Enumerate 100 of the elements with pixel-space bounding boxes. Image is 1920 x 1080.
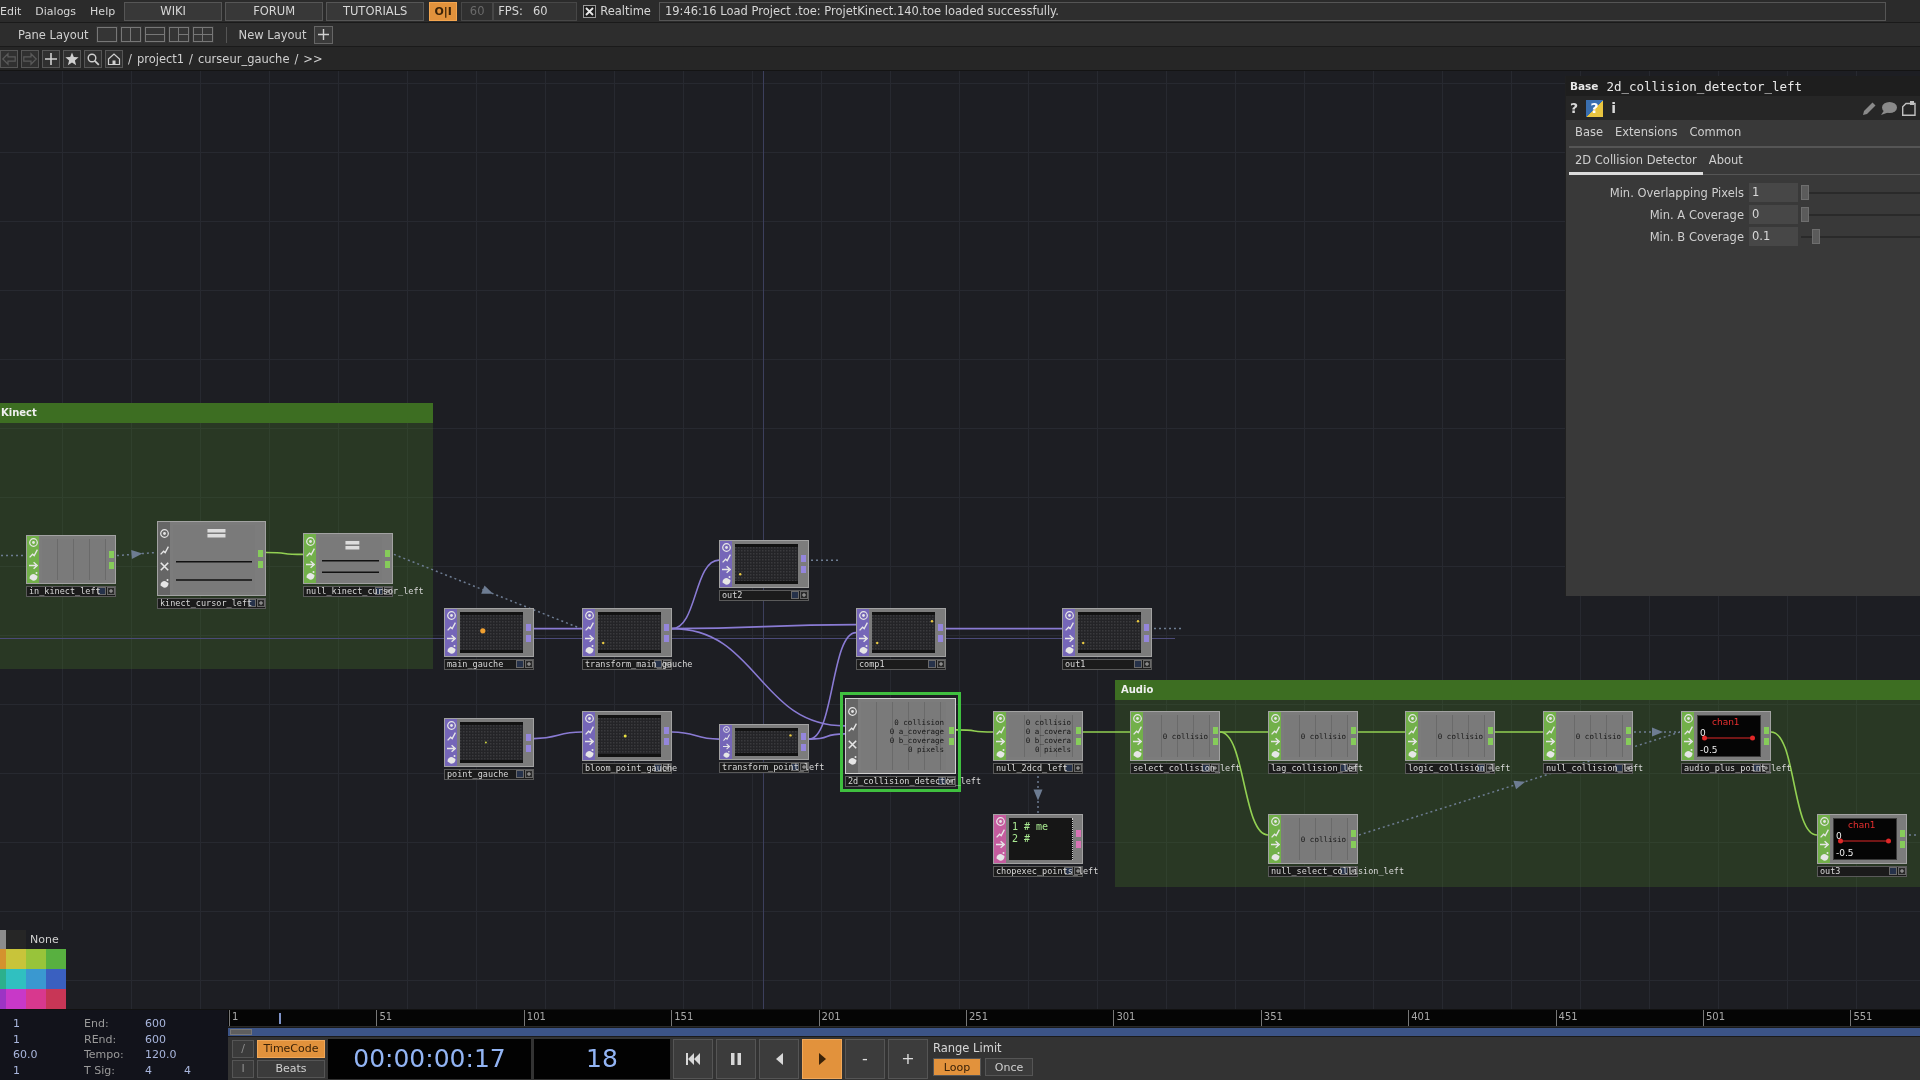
link-button[interactable]: FORUM xyxy=(225,1,324,21)
slider-handle[interactable] xyxy=(1801,185,1809,200)
layout-icon[interactable] xyxy=(191,26,214,43)
side-button[interactable]: / xyxy=(232,1039,254,1058)
playhead-marker[interactable] xyxy=(278,1013,281,1024)
operator-node[interactable] xyxy=(582,608,672,657)
path-segment[interactable]: project1 xyxy=(136,51,185,66)
zigzag-icon[interactable] xyxy=(1545,725,1555,735)
blob-icon[interactable] xyxy=(1407,748,1417,758)
plus-icon[interactable] xyxy=(1074,867,1082,875)
arrow-icon[interactable] xyxy=(1683,737,1693,747)
zigzag-icon[interactable] xyxy=(722,734,730,742)
zigzag-icon[interactable] xyxy=(1270,725,1280,735)
page-tab[interactable]: Common xyxy=(1683,120,1748,147)
time-mode-toggle[interactable]: Beats xyxy=(257,1059,325,1078)
blob-icon[interactable] xyxy=(584,748,594,758)
zigzag-icon[interactable] xyxy=(1819,828,1829,838)
perform-mode-toggle[interactable]: O|I xyxy=(429,1,458,21)
transport-button[interactable]: + xyxy=(888,1038,928,1079)
graph-viewer[interactable]: chan1 0 -0.5 xyxy=(1833,818,1897,860)
menu-item[interactable]: Dialogs xyxy=(28,4,84,18)
plus-icon[interactable] xyxy=(800,591,808,599)
timeline-ruler[interactable]: 1 51 101 151 201 251 301 351 401 451 501 551 xyxy=(228,1010,1920,1027)
color-swatch[interactable] xyxy=(6,989,26,1009)
ring-icon[interactable] xyxy=(847,706,857,716)
zigzag-icon[interactable] xyxy=(1270,828,1280,838)
ring-icon[interactable] xyxy=(995,817,1005,827)
color-swatch[interactable] xyxy=(0,949,6,969)
plus-icon[interactable] xyxy=(1211,764,1219,772)
layout-icon[interactable] xyxy=(143,26,166,43)
arrow-icon[interactable] xyxy=(1132,737,1142,747)
ring-icon[interactable] xyxy=(159,529,169,539)
operator-node[interactable]: 1 # me 2 # xyxy=(993,814,1083,864)
link-button[interactable]: WIKI xyxy=(124,1,223,21)
blob-icon[interactable] xyxy=(721,576,731,585)
ring-icon[interactable] xyxy=(1270,714,1280,724)
ring-icon[interactable] xyxy=(1819,817,1829,827)
blob-icon[interactable] xyxy=(1064,644,1074,654)
blob-icon[interactable] xyxy=(858,644,868,654)
zigzag-icon[interactable] xyxy=(446,622,456,632)
square-icon[interactable] xyxy=(654,764,662,772)
operator-node[interactable]: chan1 0 -0.5 xyxy=(1817,814,1907,864)
plus-icon[interactable] xyxy=(1143,660,1151,668)
range-mode-toggle[interactable]: Once xyxy=(985,1058,1033,1076)
ring-icon[interactable] xyxy=(721,543,731,552)
node-name[interactable]: null_select_collision_left xyxy=(1271,866,1405,877)
operator-node[interactable] xyxy=(157,521,266,596)
pencil-icon[interactable] xyxy=(1863,101,1876,115)
zigzag-icon[interactable] xyxy=(584,725,594,735)
clipboard-icon[interactable] xyxy=(1902,100,1916,116)
color-swatch[interactable] xyxy=(6,949,26,969)
operator-node[interactable]: chan1 0 -0.5 xyxy=(1681,711,1771,761)
square-icon[interactable] xyxy=(1202,764,1210,772)
node-name[interactable]: main_gauche xyxy=(447,659,504,670)
zigzag-icon[interactable] xyxy=(305,548,315,558)
color-swatch[interactable] xyxy=(0,930,6,949)
zigzag-icon[interactable] xyxy=(858,622,868,632)
ring-icon[interactable] xyxy=(1132,714,1142,724)
path-segment[interactable]: curseur_gauche xyxy=(198,51,290,66)
ring-icon[interactable] xyxy=(584,611,594,621)
zigzag-icon[interactable] xyxy=(584,622,594,632)
text-viewer[interactable]: 1 # me 2 # xyxy=(1009,818,1073,860)
node-name[interactable]: comp1 xyxy=(859,659,885,670)
value-field[interactable]: 1 xyxy=(1749,183,1798,202)
operator-node[interactable] xyxy=(26,535,116,584)
operator-node[interactable] xyxy=(719,724,809,760)
square-icon[interactable] xyxy=(654,660,662,668)
side-button[interactable]: I xyxy=(232,1059,254,1078)
checkbox-label[interactable]: Realtime xyxy=(600,4,651,18)
play-button[interactable] xyxy=(802,1038,842,1079)
node-name[interactable]: transform_point_left xyxy=(722,762,825,773)
blob-icon[interactable] xyxy=(1683,748,1693,758)
page-tab[interactable]: Extensions xyxy=(1609,120,1684,147)
square-icon[interactable] xyxy=(1340,867,1348,875)
blob-icon[interactable] xyxy=(722,750,730,758)
arrow-icon[interactable] xyxy=(1270,737,1280,747)
range-handle[interactable] xyxy=(230,1029,252,1035)
plus-icon[interactable] xyxy=(107,587,115,595)
time-mode-toggle[interactable]: TimeCode xyxy=(257,1039,325,1058)
color-swatch[interactable] xyxy=(0,989,6,1009)
link-button[interactable]: TUTORIALS xyxy=(326,1,425,21)
arrow-icon[interactable] xyxy=(305,559,315,569)
cross-icon[interactable] xyxy=(847,739,857,749)
cross-icon[interactable] xyxy=(159,562,169,572)
plus-icon[interactable] xyxy=(937,660,945,668)
ring-icon[interactable] xyxy=(1407,714,1417,724)
value-field[interactable]: 0 xyxy=(1749,205,1798,224)
layout-icon[interactable] xyxy=(119,26,142,43)
node-name[interactable]: chopexec_points_left xyxy=(996,866,1099,877)
arrow-icon[interactable] xyxy=(584,633,594,643)
zigzag-icon[interactable] xyxy=(721,554,731,563)
node-name[interactable]: out3 xyxy=(1820,866,1841,877)
page-tab[interactable]: 2D Collision Detector xyxy=(1569,148,1703,175)
ring-icon[interactable] xyxy=(1064,611,1074,621)
graph-viewer[interactable]: chan1 0 -0.5 xyxy=(1697,715,1761,757)
network-editor[interactable] xyxy=(0,71,1920,1009)
node-name[interactable]: logic_collision_left xyxy=(1408,763,1511,774)
path-segment[interactable]: >> xyxy=(303,51,323,66)
operator-node[interactable] xyxy=(444,608,534,657)
color-swatch[interactable] xyxy=(46,949,66,969)
